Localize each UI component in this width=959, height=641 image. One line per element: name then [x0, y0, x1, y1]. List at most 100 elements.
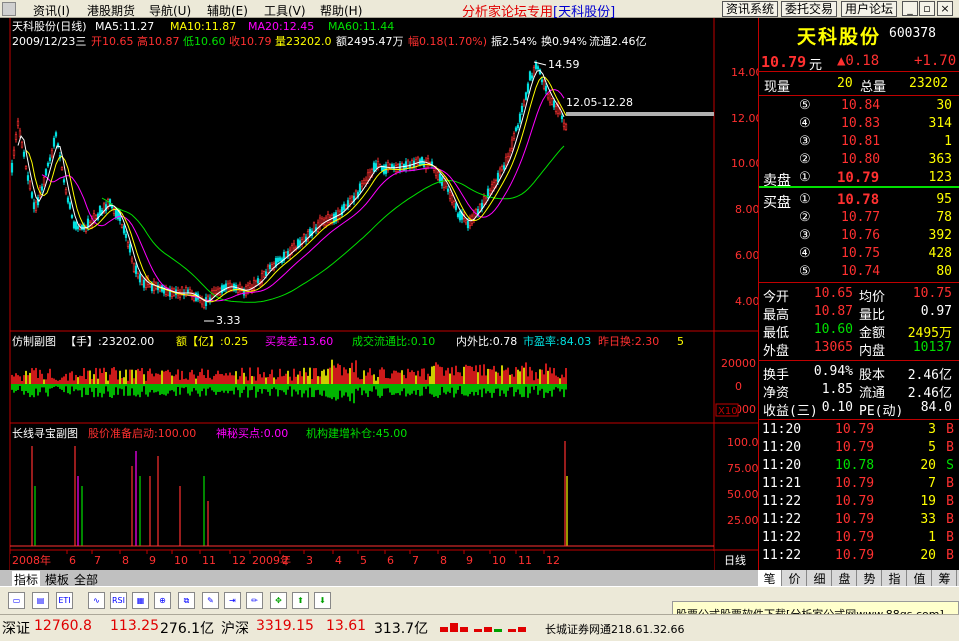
- sub1-bar-up: [135, 370, 137, 384]
- sub1-bar-down: [257, 384, 259, 392]
- sub1-bar-down: [255, 384, 257, 398]
- period-label[interactable]: 日线: [724, 553, 746, 567]
- sub1-bar-up: [447, 367, 449, 384]
- tick-volume: 19: [920, 494, 936, 509]
- candle-body: [488, 189, 492, 194]
- zoom-icon[interactable]: ⊕: [154, 592, 171, 609]
- bid-row[interactable]: ④ 10.75 428: [759, 246, 959, 264]
- trade-button[interactable]: 委托交易: [781, 1, 838, 17]
- grid-icon[interactable]: ▦: [132, 592, 149, 609]
- candle-body: [140, 275, 144, 285]
- candle-body: [284, 252, 288, 258]
- sub1-bar-down: [403, 384, 405, 389]
- print-icon[interactable]: ▭: [8, 592, 25, 609]
- pencil-icon[interactable]: ✏: [246, 592, 263, 609]
- sub1-bar-down: [339, 384, 341, 391]
- sub1-bar-down: [321, 384, 323, 396]
- chart-icon[interactable]: ∿: [88, 592, 105, 609]
- sub1-bar-up: [457, 372, 459, 384]
- sub1-bar-down: [541, 384, 543, 389]
- menu-item-tools[interactable]: 工具(V): [264, 2, 306, 19]
- panel-tab[interactable]: 盘: [833, 570, 857, 586]
- bid-row[interactable]: ② 10.77 78: [759, 210, 959, 228]
- candle-body: [452, 201, 456, 208]
- panel-tab[interactable]: 势: [858, 570, 882, 586]
- x-tick: 8: [122, 554, 129, 567]
- menu-item-nav[interactable]: 导航(U): [149, 2, 191, 19]
- panel-tab[interactable]: 筹: [933, 570, 957, 586]
- sub1-bar-up: [289, 376, 291, 384]
- eti-icon[interactable]: ETI: [56, 592, 73, 609]
- open-icon[interactable]: ▤: [32, 592, 49, 609]
- import-icon[interactable]: ⇥: [224, 592, 241, 609]
- last-price: 10.79: [761, 53, 807, 71]
- minimize-icon[interactable]: _: [902, 1, 918, 16]
- menu-item-news[interactable]: 资讯(I): [33, 2, 70, 19]
- sub1-bar-down: [107, 384, 109, 392]
- sub1-bar-down: [251, 384, 253, 390]
- news-system-button[interactable]: 资讯系统: [722, 1, 779, 17]
- sub1-bar-up: [63, 376, 65, 384]
- x-tick: 11: [518, 554, 532, 567]
- sub1-bar-down: [563, 384, 565, 398]
- ask-row[interactable]: ③ 10.81 1: [759, 134, 959, 152]
- candle-body: [312, 222, 316, 232]
- sub1-bar-up: [229, 372, 231, 384]
- bid-row[interactable]: 买盘 ① 10.78 95: [759, 192, 959, 211]
- panel-tab[interactable]: 价: [783, 570, 807, 586]
- sub1-bar-up: [207, 369, 209, 384]
- candle-body: [228, 282, 232, 290]
- candle-body: [512, 133, 516, 139]
- close-icon[interactable]: ×: [937, 1, 953, 16]
- sub1-bar-down: [521, 384, 523, 398]
- sub1-bar-down: [509, 384, 511, 388]
- mini-bars-icon: [440, 623, 526, 632]
- panel-tab[interactable]: 笔: [758, 570, 782, 586]
- forum-button[interactable]: 用户论坛: [841, 1, 898, 17]
- sub1-bar-down: [51, 384, 53, 389]
- sub1-bar-up: [151, 373, 153, 384]
- sub1-bar-down: [565, 384, 567, 390]
- sub1-bar-down: [413, 384, 415, 391]
- candle-body: [98, 205, 102, 216]
- capture-icon[interactable]: ⧉: [178, 592, 195, 609]
- tool-icon[interactable]: ✎: [202, 592, 219, 609]
- candle-body: [16, 120, 20, 126]
- candle-body: [516, 124, 520, 129]
- down-arrow-icon[interactable]: ⬇: [314, 592, 331, 609]
- ask-row[interactable]: ④ 10.83 314: [759, 116, 959, 134]
- panel-tab[interactable]: 细: [808, 570, 832, 586]
- sub1-bar-up: [227, 375, 229, 384]
- sub1-bar-up: [237, 379, 239, 384]
- menu-item-help[interactable]: 帮助(H): [320, 2, 362, 19]
- restore-icon[interactable]: ▫: [919, 1, 935, 16]
- bid-volume: 392: [928, 228, 952, 243]
- sub1-bar-up: [465, 364, 467, 384]
- up-arrow-icon[interactable]: ⬆: [292, 592, 309, 609]
- menu-item-hk-futures[interactable]: 港股期货: [87, 2, 135, 19]
- candle-body: [264, 271, 268, 276]
- ask-row[interactable]: ⑤ 10.84 30: [759, 98, 959, 116]
- sub1-bar-up: [33, 370, 35, 384]
- sub1-bar-up: [143, 374, 145, 384]
- ask-row[interactable]: ② 10.80 363: [759, 152, 959, 170]
- sub1-bar-up: [279, 368, 281, 384]
- rsi-icon[interactable]: RSI: [110, 592, 127, 609]
- sub1-bar-down: [517, 384, 519, 390]
- sub1-bar-up: [359, 379, 361, 384]
- app-logo-icon[interactable]: [2, 2, 16, 16]
- candle-body: [12, 149, 16, 156]
- panel-tab[interactable]: 值: [908, 570, 932, 586]
- bid-row[interactable]: ⑤ 10.74 80: [759, 264, 959, 282]
- stat-label: 收益(三): [763, 404, 818, 419]
- panel-tab[interactable]: 指: [883, 570, 907, 586]
- panel-tabs: 笔价细盘势指值筹: [758, 570, 959, 586]
- sub1-bar-up: [335, 367, 337, 384]
- bid-row[interactable]: ③ 10.76 392: [759, 228, 959, 246]
- cross-arrows-icon[interactable]: ✥: [270, 592, 287, 609]
- menu-item-aux[interactable]: 辅助(E): [207, 2, 248, 19]
- sub1-bar-down: [531, 384, 533, 387]
- info-turnover: 换0.94%: [541, 34, 587, 48]
- bid-price: 10.76: [841, 228, 881, 243]
- chart-area[interactable]: 天科股份(日线) MA5:11.27 MA10:11.87 MA20:12.45…: [0, 18, 758, 570]
